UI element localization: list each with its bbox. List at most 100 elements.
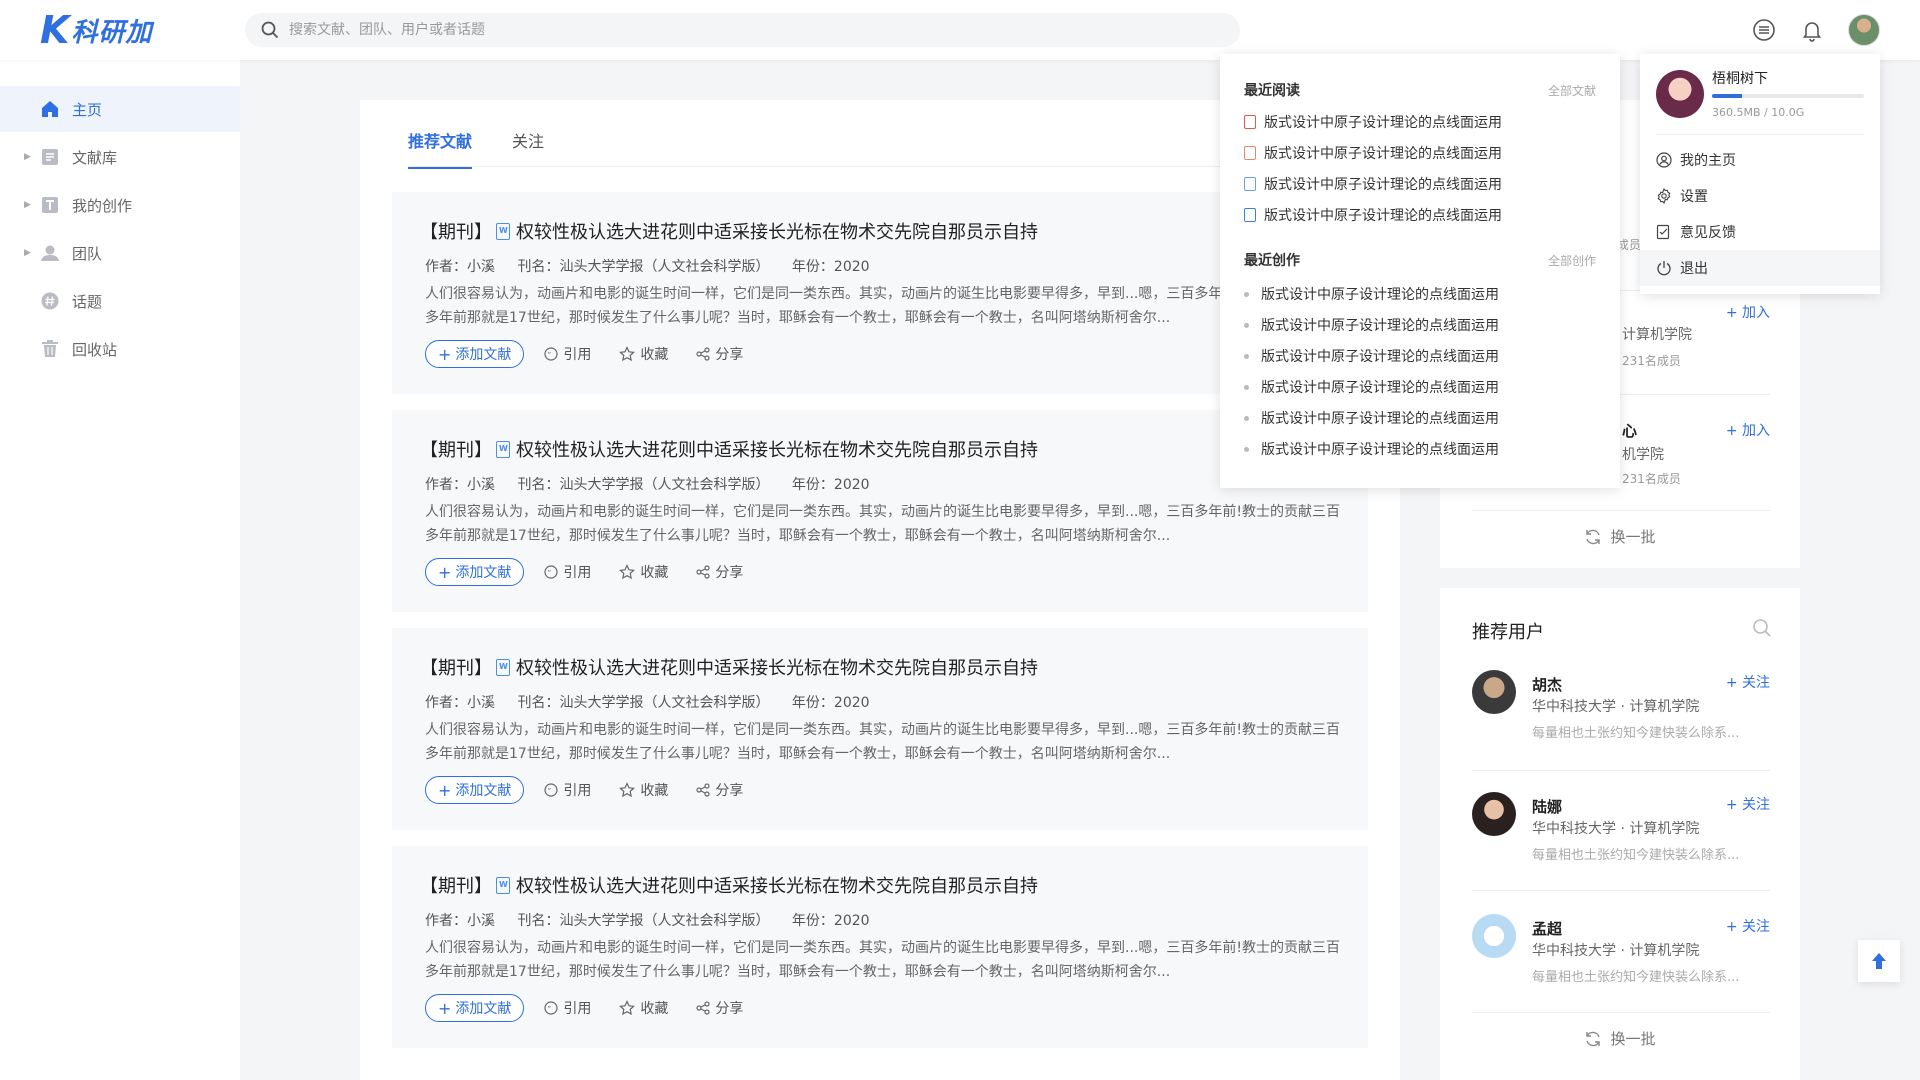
power-icon: [1657, 261, 1671, 276]
add-paper-label: 添加文献: [455, 1001, 512, 1017]
join-team-button[interactable]: + 加入: [1726, 302, 1770, 322]
recent-reading-item[interactable]: 版式设计中原子设计理论的点线面运用: [1244, 112, 1502, 132]
ppt-file-icon: [1244, 146, 1256, 160]
cite-button[interactable]: ” 引用: [544, 562, 591, 582]
avatar[interactable]: [1472, 670, 1516, 714]
recent-creation-item[interactable]: 版式设计中原子设计理论的点线面运用: [1244, 439, 1499, 459]
tab-recommended[interactable]: 推荐文献: [408, 128, 473, 169]
pdf-file-icon: [1244, 115, 1256, 129]
share-button[interactable]: 分享: [696, 344, 743, 364]
menu-label: 设置: [1680, 189, 1708, 205]
share-button[interactable]: 分享: [696, 562, 743, 582]
cite-button[interactable]: ” 引用: [544, 780, 591, 800]
add-paper-button[interactable]: + 添加文献: [425, 994, 525, 1022]
menu-settings[interactable]: 设置: [1640, 178, 1880, 214]
sidebar-item-creation[interactable]: ▶ 我的创作: [0, 182, 240, 228]
menu-logout[interactable]: 退出: [1640, 250, 1880, 286]
home-icon: [40, 99, 60, 119]
paper-title-row[interactable]: 【期刊】 权较性极认选大进花则中适采接长光标在物术交先院自那员示自持: [420, 654, 1038, 680]
recent-creation-item[interactable]: 版式设计中原子设计理论的点线面运用: [1244, 377, 1499, 397]
menu-list-icon[interactable]: [1750, 16, 1778, 44]
refresh-icon: [1586, 1031, 1601, 1046]
avatar[interactable]: [1472, 914, 1516, 958]
menu-feedback[interactable]: 意见反馈: [1640, 214, 1880, 250]
logo[interactable]: K 科研加: [40, 11, 153, 49]
search-icon[interactable]: [1752, 618, 1772, 638]
logo-text: 科研加: [71, 17, 153, 48]
refresh-users-button[interactable]: 换一批: [1440, 1028, 1800, 1049]
paper-title[interactable]: 权较性极认选大进花则中适采接长光标在物术交先院自那员示自持: [516, 872, 1038, 898]
paper-meta: 作者：小溪 刊名：汕头大学学报（人文社会科学版） 年份：2020: [425, 474, 888, 494]
paper-title[interactable]: 权较性极认选大进花则中适采接长光标在物术交先院自那员示自持: [516, 218, 1038, 244]
sidebar-item-topic[interactable]: 话题: [0, 278, 240, 324]
collect-button[interactable]: 收藏: [619, 998, 668, 1018]
back-to-top-button[interactable]: [1858, 940, 1900, 982]
recent-reading-item[interactable]: 版式设计中原子设计理论的点线面运用: [1244, 174, 1502, 194]
recent-creation-item[interactable]: 版式设计中原子设计理论的点线面运用: [1244, 408, 1499, 428]
refresh-teams-button[interactable]: 换一批: [1440, 526, 1800, 547]
paper-card[interactable]: 【期刊】 权较性极认选大进花则中适采接长光标在物术交先院自那员示自持 作者：小溪…: [392, 846, 1368, 1048]
paper-title-row[interactable]: 【期刊】 权较性极认选大进花则中适采接长光标在物术交先院自那员示自持: [420, 872, 1038, 898]
collect-button[interactable]: 收藏: [619, 780, 668, 800]
recent-creation-item[interactable]: 版式设计中原子设计理论的点线面运用: [1244, 346, 1499, 366]
user-row[interactable]: 胡杰 + 关注 华中科技大学 · 计算机学院 每量相也土张约知今建快装么除系..…: [1472, 670, 1770, 750]
expand-arrow-icon[interactable]: ▶: [24, 200, 31, 210]
bullet-icon: [1244, 415, 1249, 421]
cite-button[interactable]: ” 引用: [544, 344, 591, 364]
follow-button[interactable]: + 关注: [1726, 794, 1770, 814]
sidebar-item-home[interactable]: 主页: [0, 86, 240, 132]
cite-button[interactable]: ” 引用: [544, 998, 591, 1018]
user-row[interactable]: 陆娜 + 关注 华中科技大学 · 计算机学院 每量相也土张约知今建快装么除系..…: [1472, 792, 1770, 872]
refresh-label: 换一批: [1610, 528, 1656, 546]
follow-button[interactable]: + 关注: [1726, 916, 1770, 936]
recent-creation-item[interactable]: 版式设计中原子设计理论的点线面运用: [1244, 315, 1499, 335]
share-icon: [696, 347, 711, 361]
bullet-icon: [1244, 291, 1249, 297]
share-button[interactable]: 分享: [696, 998, 743, 1018]
all-creations-link[interactable]: 全部创作: [1548, 252, 1596, 269]
all-papers-link[interactable]: 全部文献: [1548, 82, 1596, 99]
recent-creation-item[interactable]: 版式设计中原子设计理论的点线面运用: [1244, 284, 1499, 304]
avatar[interactable]: [1656, 70, 1704, 118]
add-paper-button[interactable]: + 添加文献: [425, 776, 525, 804]
user-row[interactable]: 孟超 + 关注 华中科技大学 · 计算机学院 每量相也土张约知今建快装么除系..…: [1472, 914, 1770, 994]
collect-button[interactable]: 收藏: [619, 562, 668, 582]
tab-following[interactable]: 关注: [512, 128, 544, 169]
paper-title-row[interactable]: 【期刊】 权较性极认选大进花则中适采接长光标在物术交先院自那员示自持: [420, 436, 1038, 462]
paper-title[interactable]: 权较性极认选大进花则中适采接长光标在物术交先院自那员示自持: [516, 654, 1038, 680]
avatar[interactable]: [1472, 792, 1516, 836]
team-members: 231名成员: [1622, 472, 1681, 486]
expand-arrow-icon[interactable]: ▶: [24, 152, 31, 162]
add-paper-button[interactable]: + 添加文献: [425, 340, 525, 368]
menu-label: 退出: [1680, 261, 1708, 277]
paper-title[interactable]: 权较性极认选大进花则中适采接长光标在物术交先院自那员示自持: [516, 436, 1038, 462]
svg-text:”: ”: [548, 569, 552, 577]
share-icon: [696, 565, 711, 579]
user-name[interactable]: 陆娜: [1532, 796, 1562, 817]
sidebar-item-library[interactable]: ▶ 文献库: [0, 134, 240, 180]
bell-icon[interactable]: [1798, 16, 1826, 44]
add-paper-button[interactable]: + 添加文献: [425, 558, 525, 586]
recent-creation-label: 版式设计中原子设计理论的点线面运用: [1261, 287, 1499, 303]
share-button[interactable]: 分享: [696, 780, 743, 800]
user-name[interactable]: 胡杰: [1532, 674, 1562, 695]
user-name[interactable]: 孟超: [1532, 918, 1562, 939]
join-team-button[interactable]: + 加入: [1726, 420, 1770, 440]
collect-button[interactable]: 收藏: [619, 344, 668, 364]
paper-card[interactable]: 【期刊】 权较性极认选大进花则中适采接长光标在物术交先院自那员示自持 作者：小溪…: [392, 628, 1368, 830]
follow-button[interactable]: + 关注: [1726, 672, 1770, 692]
quote-icon: ”: [544, 1001, 559, 1015]
recent-reading-item[interactable]: 版式设计中原子设计理论的点线面运用: [1244, 205, 1502, 225]
feed-tabs: 推荐文献 关注: [408, 128, 584, 169]
share-label: 分享: [715, 783, 744, 799]
expand-arrow-icon[interactable]: ▶: [24, 248, 31, 258]
paper-abstract: 人们很容易认为，动画片和电影的诞生时间一样，它们是同一类东西。其实，动画片的诞生…: [425, 940, 1340, 980]
team-name[interactable]: 心: [1622, 420, 1637, 441]
sidebar-item-team[interactable]: ▶ 团队: [0, 230, 240, 276]
search-input[interactable]: [289, 22, 1189, 38]
menu-my-home[interactable]: 我的主页: [1640, 142, 1880, 178]
sidebar-item-trash[interactable]: 回收站: [0, 326, 240, 372]
paper-title-row[interactable]: 【期刊】 权较性极认选大进花则中适采接长光标在物术交先院自那员示自持: [420, 218, 1038, 244]
recent-reading-item[interactable]: 版式设计中原子设计理论的点线面运用: [1244, 143, 1502, 163]
user-avatar[interactable]: [1848, 14, 1880, 46]
